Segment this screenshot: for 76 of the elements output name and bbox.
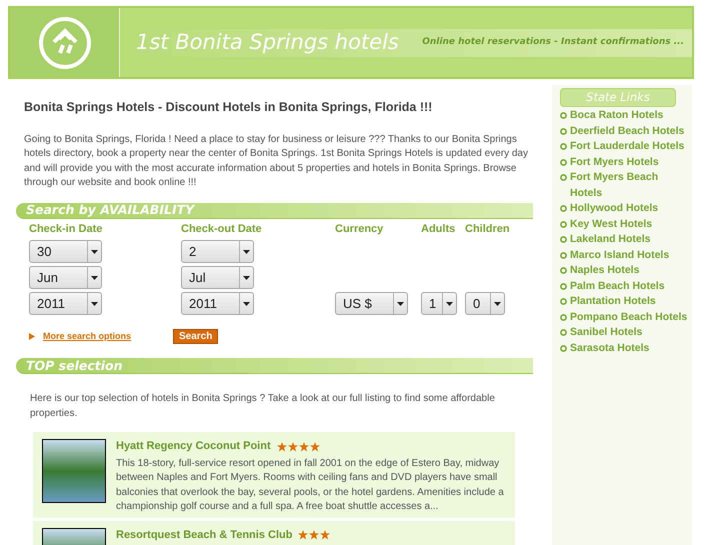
state-link[interactable]: Lakeland Hotels: [570, 232, 688, 248]
caret-icon: [91, 302, 98, 306]
caret-icon: [446, 302, 453, 306]
tagline: Online hotel reservations - Instant confirmations ...: [422, 36, 684, 49]
site-title: 1st Bonita Springs hotels: [136, 28, 399, 56]
circle-bullet-icon: [560, 314, 567, 320]
state-link[interactable]: Naples Hotels: [570, 263, 688, 278]
field-label: Check-in Date: [29, 222, 104, 237]
circle-bullet-icon: [560, 236, 567, 243]
hotel-name-link[interactable]: Hyatt Regency Coconut Point: [116, 438, 271, 455]
field-label: Adults: [421, 222, 456, 237]
state-link[interactable]: Fort Lauderdale Hotels: [570, 139, 688, 154]
state-link[interactable]: Sarasota Hotels: [570, 340, 688, 356]
more-search-options-link[interactable]: More search options: [43, 330, 173, 344]
dropdown[interactable]: Jul: [181, 266, 254, 290]
circle-bullet-icon: [560, 128, 567, 134]
star-icon: [310, 442, 320, 452]
caret-icon: [397, 302, 404, 306]
star-icon: [298, 442, 309, 452]
circle-bullet-icon: [560, 298, 567, 305]
caret-icon: [243, 302, 250, 306]
field-label: Check-out Date: [181, 222, 263, 237]
field-label: Currency: [335, 222, 384, 237]
circle-bullet-icon: [560, 205, 567, 212]
state-link[interactable]: Marco Island Hotels: [570, 248, 688, 263]
sidebar-title: State Links: [586, 88, 650, 106]
state-link[interactable]: Fort Myers Beach Hotels: [570, 170, 688, 201]
circle-bullet-icon: [560, 112, 567, 119]
state-link[interactable]: Plantation Hotels: [570, 294, 688, 310]
star-icon: [298, 530, 308, 540]
dropdown[interactable]: 30: [29, 240, 102, 264]
state-link[interactable]: Sanibel Hotels: [570, 325, 688, 340]
field-label: Children: [465, 222, 511, 237]
circle-bullet-icon: [560, 344, 567, 352]
circle-bullet-icon: [560, 158, 567, 166]
circle-bullet-icon: [560, 267, 567, 274]
search-button[interactable]: Search: [173, 329, 218, 344]
circle-bullet-icon: [560, 329, 567, 336]
dropdown[interactable]: Jun: [29, 266, 102, 290]
intro-paragraph: Going to Bonita Springs, Florida ! Need a place to stay for business or leisure ??? Thanks to our Bonita Springs hotels directory, book a property near the center of Bonita Springs. 1st Bonita Springs Hotels is updated every day and will provide you with the most accurate information about 5 properties and hotels in Bonita Springs. Browse through our website and book online !!!: [24, 132, 529, 190]
dropdown[interactable]: 2011: [29, 292, 102, 316]
circle-bullet-icon: [560, 174, 567, 181]
dropdown[interactable]: 1: [421, 292, 457, 316]
top-selection-text: Here is our top selection of hotels in Bonita Springs ? Take a look at our full listing to find some affordable properties.: [30, 392, 496, 421]
state-link[interactable]: Deerfield Beach Hotels: [570, 124, 688, 139]
page-heading: Bonita Springs Hotels - Discount Hotels in Bonita Springs, Florida !!!: [24, 99, 434, 116]
star-icon: [309, 530, 320, 540]
circle-bullet-icon: [560, 143, 567, 150]
dropdown[interactable]: 0: [465, 292, 505, 316]
hotel-name-link[interactable]: Resortquest Beach & Tennis Club: [116, 526, 292, 544]
state-link[interactable]: Palm Beach Hotels: [570, 278, 688, 294]
section-title: Search by AVAILABILITY: [26, 204, 194, 216]
triangle-bullet-icon: [29, 333, 35, 340]
dropdown[interactable]: US $: [335, 292, 408, 316]
circle-bullet-icon: [560, 220, 567, 228]
dropdown[interactable]: 2011: [181, 292, 254, 316]
hotel-photo-placeholder: [42, 439, 106, 504]
state-link[interactable]: Key West Hotels: [570, 216, 688, 232]
caret-icon: [91, 276, 98, 280]
section-title: TOP selection: [26, 360, 123, 372]
state-link[interactable]: Boca Raton Hotels: [570, 108, 688, 124]
house-logo-icon: [36, 14, 92, 70]
caret-icon: [243, 276, 250, 280]
hotel-description: This 18-story, full-service resort opened in fall 2001 on the edge of Estero Bay, midway between Naples and Fort Myers. Rooms with ceiling fans and DVD players have small balconies that overlook the bay, several pools, or the hotel gardens. Amenities include a championship golf course and a full spa. A free boat shuttle accesses a...: [116, 456, 505, 514]
caret-icon: [243, 250, 250, 254]
star-icon: [276, 442, 287, 452]
dropdown[interactable]: 2: [181, 240, 254, 264]
caret-icon: [494, 302, 501, 306]
star-icon: [320, 530, 330, 540]
state-link[interactable]: Pompano Beach Hotels: [570, 310, 688, 325]
state-link[interactable]: Hollywood Hotels: [570, 201, 688, 216]
circle-bullet-icon: [560, 282, 567, 290]
state-link[interactable]: Fort Myers Hotels: [570, 154, 688, 170]
caret-icon: [91, 250, 98, 254]
circle-bullet-icon: [560, 252, 567, 258]
star-icon: [288, 442, 298, 452]
